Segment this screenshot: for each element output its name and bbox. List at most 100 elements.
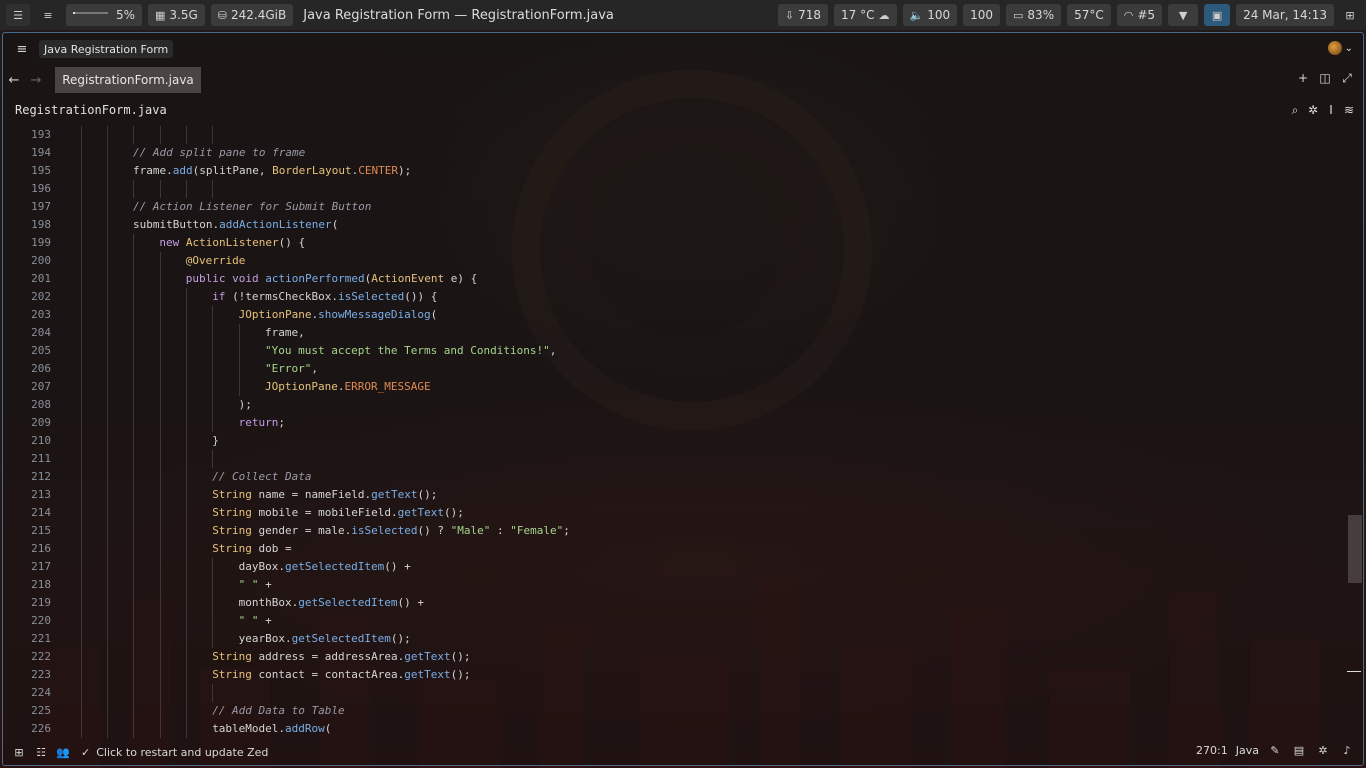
code-line[interactable]: 216 String dob = xyxy=(3,540,1343,558)
text-cursor-icon[interactable]: I xyxy=(1325,103,1337,118)
line-number: 197 xyxy=(31,200,51,213)
code-line[interactable]: 221 yearBox.getSelectedItem(); xyxy=(3,630,1343,648)
sliders-icon[interactable]: ≋ xyxy=(1343,103,1355,118)
hamburger-icon[interactable]: ≡ xyxy=(11,38,33,60)
code-line[interactable]: 223 String contact = contactArea.getText(… xyxy=(3,666,1343,684)
wallpaper-widget[interactable]: ▣ xyxy=(1204,4,1231,26)
code-line[interactable]: 205 "You must accept the Terms and Condit… xyxy=(3,342,1343,360)
line-number: 196 xyxy=(31,182,51,195)
indent-guide xyxy=(81,630,82,648)
code-line[interactable]: 206 "Error", xyxy=(3,360,1343,378)
code-token: showMessageDialog xyxy=(318,308,431,321)
code-token: monthBox. xyxy=(238,596,299,609)
code-line[interactable]: 200 @Override xyxy=(3,252,1343,270)
line-source: "You must accept the Terms and Condition… xyxy=(265,342,556,360)
arrow-left-icon[interactable]: ← xyxy=(3,69,25,91)
code-line[interactable]: 218 " " + xyxy=(3,576,1343,594)
search-icon[interactable]: ⌕ xyxy=(1289,103,1301,118)
cpu-widget[interactable]: 5% xyxy=(66,4,142,26)
bell-icon[interactable]: ♪ xyxy=(1339,744,1355,757)
breadcrumb[interactable]: RegistrationForm.java xyxy=(15,103,167,117)
indent-guide xyxy=(81,234,82,252)
maximize-icon[interactable]: ⤢ xyxy=(1339,71,1355,86)
wifi-widget[interactable]: ◠ #5 xyxy=(1116,4,1163,26)
project-name[interactable]: Java Registration Form xyxy=(39,40,174,58)
code-token: ; xyxy=(278,416,285,429)
code-line[interactable]: 224 xyxy=(3,684,1343,702)
code-line[interactable]: 201 public void actionPerformed(ActionEve… xyxy=(3,270,1343,288)
code-line[interactable]: 196 xyxy=(3,180,1343,198)
terminal-icon[interactable]: ▤ xyxy=(1291,744,1307,757)
code-line[interactable]: 213 String name = nameField.getText(); xyxy=(3,486,1343,504)
disk-widget[interactable]: ⛁ 242.4GiB xyxy=(210,4,294,26)
updates-widget[interactable]: ⇩ 718 xyxy=(777,4,829,26)
code-line[interactable]: 197 // Action Listener for Submit Button xyxy=(3,198,1343,216)
code-line[interactable]: 209 return; xyxy=(3,414,1343,432)
sparkle-icon[interactable]: ✲ xyxy=(1307,103,1319,118)
code-token: ( xyxy=(331,218,339,231)
indent-guide xyxy=(133,450,134,468)
code-line[interactable]: 210} xyxy=(3,432,1343,450)
arrow-right-icon[interactable]: → xyxy=(25,69,47,91)
collaboration-icon[interactable]: 👥 xyxy=(55,746,71,759)
user-menu[interactable]: ⌄ xyxy=(1327,41,1353,55)
indent-guide xyxy=(212,396,213,414)
volume-widget[interactable]: 🔈 100 xyxy=(902,4,958,26)
copilot-icon[interactable]: ✎ xyxy=(1267,744,1283,757)
split-pane-icon[interactable]: ◫ xyxy=(1317,71,1333,86)
code-line[interactable]: 207 JOptionPane.ERROR_MESSAGE xyxy=(3,378,1343,396)
language-selector[interactable]: Java xyxy=(1236,744,1259,757)
line-source: submitButton.addActionListener( xyxy=(133,216,338,234)
code-line[interactable]: 212 // Collect Data xyxy=(3,468,1343,486)
code-line[interactable]: 199 new ActionListener() { xyxy=(3,234,1343,252)
tab-registrationform-java[interactable]: RegistrationForm.java xyxy=(55,67,201,93)
code-line[interactable]: 214 String mobile = mobileField.getText()… xyxy=(3,504,1343,522)
code-line[interactable]: 194 // Add split pane to frame xyxy=(3,144,1343,162)
code-line[interactable]: 198 submitButton.addActionListener( xyxy=(3,216,1343,234)
code-line[interactable]: 226 tableModel.addRow( xyxy=(3,720,1343,738)
code-editor[interactable]: 193 194 // Add split pane to frame 195 frame… xyxy=(3,126,1343,738)
vpn-widget[interactable]: ▼ xyxy=(1168,4,1199,26)
indent-guide xyxy=(239,378,240,396)
indent-guide xyxy=(160,594,161,612)
assistant-icon[interactable]: ✲ xyxy=(1315,744,1331,757)
code-line[interactable]: 211 xyxy=(3,450,1343,468)
project-panel-icon[interactable]: ⊞ xyxy=(11,746,27,759)
line-number: 205 xyxy=(31,344,51,357)
weather-widget[interactable]: 17 °C ☁ xyxy=(834,4,897,26)
indent-guide xyxy=(133,486,134,504)
indent-guide xyxy=(212,684,213,702)
indent-guide xyxy=(107,450,108,468)
code-line[interactable]: 217 dayBox.getSelectedItem() + xyxy=(3,558,1343,576)
code-line[interactable]: 193 xyxy=(3,126,1343,144)
update-notice[interactable]: ✓ Click to restart and update Zed xyxy=(81,746,268,759)
memory-value: 3.5G xyxy=(169,8,198,22)
cursor-position[interactable]: 270:1 xyxy=(1196,744,1228,757)
scrollbar-thumb[interactable] xyxy=(1348,515,1362,583)
code-line[interactable]: 208); xyxy=(3,396,1343,414)
code-line[interactable]: 220 " " + xyxy=(3,612,1343,630)
brightness-widget[interactable]: 100 xyxy=(963,4,1001,26)
indent-guide xyxy=(186,594,187,612)
plus-icon[interactable]: + xyxy=(1295,71,1311,86)
code-line[interactable]: 195 frame.add(splitPane, BorderLayout.CEN… xyxy=(3,162,1343,180)
memory-widget[interactable]: ▦ 3.5G xyxy=(148,4,205,26)
indent-guide xyxy=(107,162,108,180)
code-line[interactable]: 219 monthBox.getSelectedItem() + xyxy=(3,594,1343,612)
window-layout-button[interactable]: ≡ xyxy=(36,4,60,26)
power-menu-button[interactable]: ⊞ xyxy=(1340,4,1360,26)
code-line[interactable]: 203 JOptionPane.showMessageDialog( xyxy=(3,306,1343,324)
datetime: 24 Mar, 14:13 xyxy=(1243,8,1327,22)
indent-guide xyxy=(81,180,82,198)
workspace-indicator[interactable]: ☰ xyxy=(6,4,30,26)
code-line[interactable]: 215 String gender = male.isSelected() ? "… xyxy=(3,522,1343,540)
code-line[interactable]: 202 if (!termsCheckBox.isSelected()) { xyxy=(3,288,1343,306)
clock-widget[interactable]: 24 Mar, 14:13 xyxy=(1236,4,1334,26)
code-line[interactable]: 222 String address = addressArea.getText(… xyxy=(3,648,1343,666)
outline-icon[interactable]: ☷ xyxy=(33,746,49,759)
line-source: // Add split pane to frame xyxy=(133,144,305,162)
battery-widget[interactable]: ▭ 83% xyxy=(1006,4,1062,26)
code-line[interactable]: 204 frame, xyxy=(3,324,1343,342)
code-line[interactable]: 225 // Add Data to Table xyxy=(3,702,1343,720)
temperature-widget[interactable]: 57°C xyxy=(1067,4,1111,26)
